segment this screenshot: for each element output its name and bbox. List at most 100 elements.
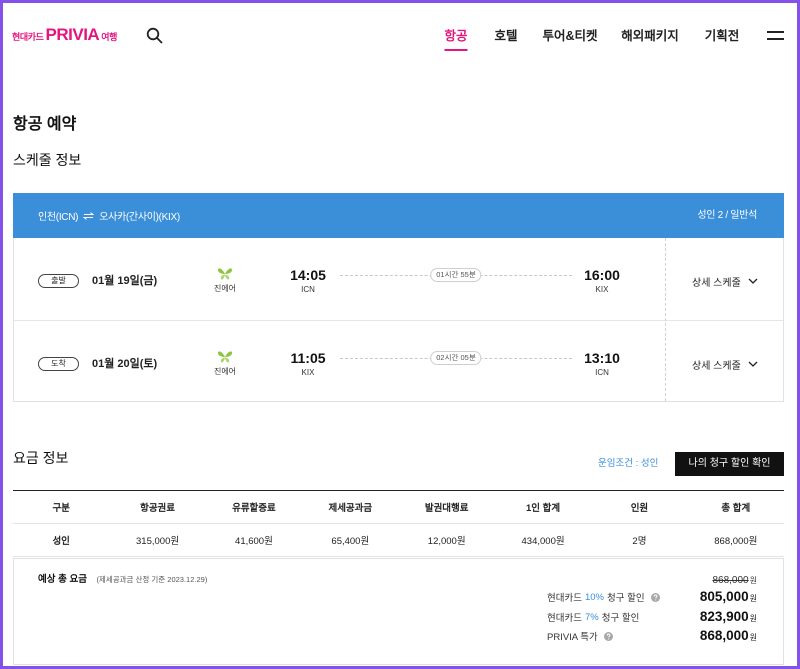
cell-ticketing-fee: 12,000원 <box>398 523 495 557</box>
currency-unit: 원 <box>749 594 757 603</box>
privia-logo[interactable]: 현대카드 PRIVIA 여행 <box>12 25 117 47</box>
route-destination: 오사카(간사이)(KIX) <box>99 212 180 223</box>
estimated-total-title: 예상 총 요금 <box>38 574 87 585</box>
special-price-label: PRIVIA 특가 <box>547 632 598 643</box>
fare-table: 구분 항공권료 유류할증료 제세공과금 발권대행료 1인 합계 인원 총 합계 … <box>13 490 784 557</box>
col-header-type: 구분 <box>13 490 110 524</box>
nav-item-flights[interactable]: 항공 <box>444 27 468 52</box>
search-icon[interactable] <box>146 27 163 44</box>
arrival-airport: ICN <box>595 368 609 377</box>
col-header-ticketing-fee: 발권대행료 <box>398 490 495 524</box>
airline-logo-icon <box>218 268 232 280</box>
flight-duration: 01시간 55분 <box>430 268 482 282</box>
discount-amount: 805,000원 <box>700 588 757 608</box>
table-row: 성인 315,000원 41,600원 65,400원 12,000원 434,… <box>13 523 784 557</box>
cell-grand-total: 868,000원 <box>687 523 784 557</box>
flight-row-outbound: 출발 01월 19일(금) 진에어 14:05 ICN 01시간 55분 16:… <box>14 238 783 320</box>
route-origin: 인천(ICN) <box>38 212 79 223</box>
airline-name: 진에어 <box>213 367 237 376</box>
cell-passenger-count: 2명 <box>591 523 688 557</box>
discount-row: 현대카드 10% 청구 할인 805,000원 <box>547 588 757 606</box>
nav-item-hotels[interactable]: 호텔 <box>494 27 517 52</box>
duration-line: 01시간 55분 <box>340 268 572 282</box>
hamburger-menu-icon[interactable] <box>767 31 784 41</box>
original-total: 868,000원 <box>712 573 757 587</box>
currency-unit: 원 <box>749 614 757 623</box>
departure-airport: ICN <box>301 285 315 294</box>
departure: 11:05 KIX <box>290 349 325 378</box>
discount-label: PRIVIA 특가 <box>547 627 613 645</box>
arrival-time: 16:00 <box>584 267 620 283</box>
column-divider <box>665 238 666 401</box>
special-price-row: PRIVIA 특가 868,000원 <box>547 627 757 645</box>
detail-schedule-label: 상세 스케줄 <box>692 277 741 289</box>
estimated-total-summary: 예상 총 요금 (제세공과금 산정 기준 2023.12.29) 868,000… <box>13 558 784 665</box>
discount-rate: 7% <box>584 611 599 623</box>
discount-label: 현대카드 10% 청구 할인 <box>547 588 660 606</box>
route-bar: 인천(ICN) 오사카(간사이)(KIX) 성인 2 / 일반석 <box>13 193 784 238</box>
logo-prefix: 현대카드 <box>12 32 44 42</box>
discount-type: 청구 할인 <box>606 593 645 604</box>
estimated-total-note: (제세공과금 산정 기준 2023.12.29) <box>96 575 208 584</box>
discount-amount-value: 823,900 <box>699 609 749 624</box>
chevron-down-icon <box>748 278 758 284</box>
estimated-total-label: 예상 총 요금 (제세공과금 산정 기준 2023.12.29) <box>38 572 207 586</box>
discount-label: 현대카드 7% 청구 할인 <box>547 608 639 626</box>
route: 인천(ICN) 오사카(간사이)(KIX) <box>38 193 180 238</box>
departure: 14:05 ICN <box>290 266 326 295</box>
departure-airport: KIX <box>301 368 315 377</box>
flight-schedule-list: 출발 01월 19일(금) 진에어 14:05 ICN 01시간 55분 16:… <box>13 238 784 402</box>
flight-date: 01월 20일(토) <box>92 358 158 370</box>
question-circle-icon[interactable] <box>603 631 613 641</box>
direction-badge: 도착 <box>38 357 79 371</box>
discount-rate: 10% <box>584 591 604 603</box>
flight-duration: 02시간 05분 <box>430 351 482 365</box>
nav-item-overseas-packages[interactable]: 해외패키지 <box>621 27 679 52</box>
discount-card: 현대카드 <box>547 593 582 604</box>
discount-row: 현대카드 7% 청구 할인 823,900원 <box>547 608 757 626</box>
check-card-discount-button[interactable]: 나의 청구 할인 확인 <box>675 452 784 476</box>
question-circle-icon[interactable] <box>650 592 660 602</box>
chevron-down-icon <box>748 361 758 367</box>
cell-type: 성인 <box>13 523 110 557</box>
detail-schedule-toggle[interactable]: 상세 스케줄 <box>692 356 758 372</box>
col-header-per-person-total: 1인 합계 <box>494 490 592 524</box>
menu-bar <box>767 31 784 33</box>
currency-unit: 원 <box>749 576 757 585</box>
detail-schedule-label: 상세 스케줄 <box>692 360 741 372</box>
logo-suffix: 여행 <box>101 32 117 42</box>
menu-bar <box>767 38 784 40</box>
table-header-row: 구분 항공권료 유류할증료 제세공과금 발권대행료 1인 합계 인원 총 합계 <box>13 490 784 524</box>
airline: 진에어 <box>205 350 245 377</box>
cell-taxes: 65,400원 <box>302 523 399 557</box>
arrival: 16:00 KIX <box>584 266 620 295</box>
col-header-grand-total: 총 합계 <box>687 490 784 524</box>
discount-card: 현대카드 <box>547 613 582 624</box>
col-header-passenger-count: 인원 <box>591 490 688 524</box>
fare-section-title: 요금 정보 <box>13 450 69 466</box>
airline-name: 진에어 <box>213 284 237 293</box>
arrival-airport: KIX <box>595 285 609 294</box>
schedule-section-title: 스케줄 정보 <box>13 152 82 168</box>
discount-amount-value: 805,000 <box>699 589 749 604</box>
nav-item-tours-tickets[interactable]: 투어&티켓 <box>542 27 597 52</box>
discount-amount: 823,900원 <box>700 608 757 628</box>
departure-time: 14:05 <box>290 267 326 283</box>
swap-arrows-icon <box>83 211 95 220</box>
duration-line: 02시간 05분 <box>340 351 572 365</box>
logo-brand: PRIVIA <box>45 25 100 44</box>
flight-date: 01월 19일(금) <box>92 275 158 287</box>
cell-airfare: 315,000원 <box>109 523 206 557</box>
discount-amount: 868,000원 <box>700 627 757 647</box>
detail-schedule-toggle[interactable]: 상세 스케줄 <box>692 273 758 289</box>
cell-fuel-surcharge: 41,600원 <box>205 523 303 557</box>
discount-amount-value: 868,000 <box>699 628 749 643</box>
flight-row-return: 도착 01월 20일(토) 진에어 11:05 KIX 02시간 05분 13:… <box>14 320 783 401</box>
currency-unit: 원 <box>749 633 757 642</box>
original-total-amount: 868,000 <box>712 575 749 586</box>
arrival: 13:10 ICN <box>584 349 620 378</box>
col-header-airfare: 항공권료 <box>109 490 206 524</box>
nav-item-promotions[interactable]: 기획전 <box>705 27 740 52</box>
col-header-taxes: 제세공과금 <box>302 490 399 524</box>
cell-per-person-total: 434,000원 <box>494 523 592 557</box>
